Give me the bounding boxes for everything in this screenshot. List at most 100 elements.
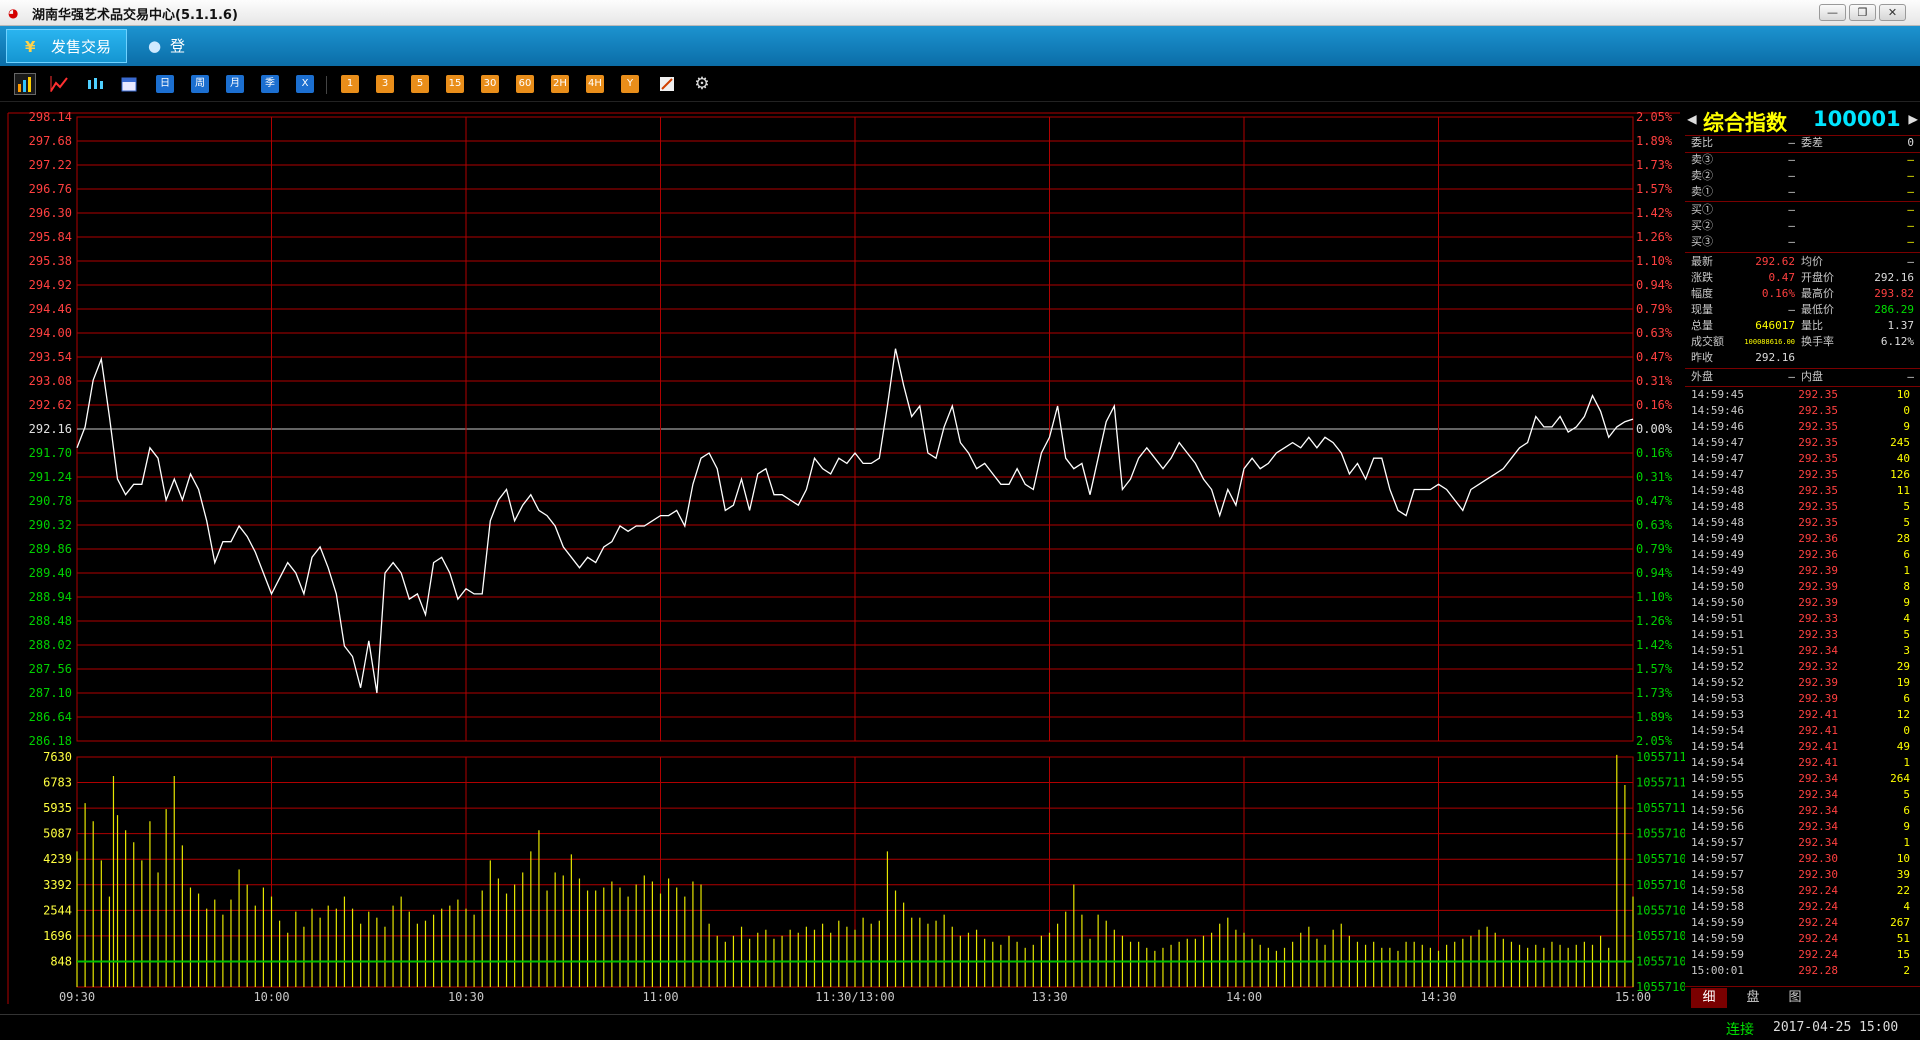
tick-time: 14:59:51 — [1691, 628, 1744, 641]
percent-tick-label: 0.00% — [1636, 422, 1673, 436]
tick-volume: 49 — [1896, 740, 1910, 753]
tick-time: 14:59:54 — [1691, 724, 1744, 737]
tab-detail[interactable]: 细 — [1691, 988, 1727, 1008]
tab-chart[interactable]: 图 — [1777, 988, 1813, 1008]
minute-30-button[interactable]: 30 — [481, 75, 499, 93]
tick-price: 292.35 — [1798, 436, 1838, 449]
weibi-row: 委比 — 委差 0 — [1685, 135, 1920, 151]
prev-arrow-icon[interactable]: ◀ — [1687, 109, 1697, 128]
ask-volume: — — [1907, 153, 1914, 166]
hour-2-button[interactable]: 2H — [551, 75, 569, 93]
volume-tick-label: 6783 — [43, 776, 72, 790]
volume-right-tick-label: 10557108 — [1636, 852, 1685, 866]
draw-pen-icon[interactable] — [658, 75, 676, 93]
tick-row: 14:59:58 292.24 22 — [1685, 883, 1920, 899]
tick-price: 292.35 — [1798, 484, 1838, 497]
period-week-button[interactable]: 周 — [191, 75, 209, 93]
neipan-label: 内盘 — [1801, 370, 1823, 383]
minute-60-button[interactable]: 60 — [516, 75, 534, 93]
tick-volume: 8 — [1903, 580, 1910, 593]
tick-time: 14:59:48 — [1691, 484, 1744, 497]
settings-gear-icon[interactable]: ⚙ — [693, 75, 711, 93]
volume-tick-label: 1696 — [43, 929, 72, 943]
price-tick-label: 286.64 — [29, 710, 72, 724]
period-day-button[interactable]: 日 — [156, 75, 174, 93]
tick-time: 14:59:52 — [1691, 676, 1744, 689]
stat-row: 幅度 0.16% 最高价 293.82 — [1685, 286, 1920, 302]
period-x-button[interactable]: X — [296, 75, 314, 93]
tick-price: 292.34 — [1798, 836, 1838, 849]
minute-3-button[interactable]: 3 — [376, 75, 394, 93]
stat-value: 0.47 — [1768, 271, 1796, 284]
tick-row: 14:59:53 292.41 12 — [1685, 707, 1920, 723]
price-tick-label: 289.86 — [29, 542, 72, 556]
tick-price: 292.24 — [1798, 900, 1838, 913]
tick-volume: 10 — [1896, 388, 1910, 401]
tick-row: 14:59:59 292.24 51 — [1685, 931, 1920, 947]
tick-volume: 28 — [1896, 532, 1910, 545]
period-quarter-button[interactable]: 季 — [261, 75, 279, 93]
bid-volume: — — [1907, 219, 1914, 232]
tick-row: 14:59:57 292.30 10 — [1685, 851, 1920, 867]
stat-value: 100088616.00 — [1744, 338, 1795, 346]
hour-4-button[interactable]: 4H — [586, 75, 604, 93]
tick-price: 292.35 — [1798, 388, 1838, 401]
stat-value: 292.62 — [1755, 255, 1795, 268]
tick-volume: 11 — [1896, 484, 1910, 497]
tick-volume: 6 — [1903, 804, 1910, 817]
candlestick-icon[interactable] — [86, 75, 104, 93]
year-button[interactable]: Y — [621, 75, 639, 93]
minimize-icon[interactable]: — — [1819, 4, 1846, 21]
panel-tabs: 细 盘 图 — [1685, 986, 1920, 1008]
percent-tick-label: 0.47% — [1636, 350, 1673, 364]
menu-sale-trading[interactable]: ¥ 发售交易 — [6, 29, 127, 63]
tick-row: 14:59:49 292.39 1 — [1685, 563, 1920, 579]
next-arrow-icon[interactable]: ▶ — [1908, 109, 1918, 128]
tick-time: 14:59:48 — [1691, 516, 1744, 529]
tick-price: 292.41 — [1798, 756, 1838, 769]
tick-volume: 126 — [1890, 468, 1910, 481]
volume-right-tick-label: 10557103 — [1636, 980, 1685, 994]
tick-row: 14:59:53 292.39 6 — [1685, 691, 1920, 707]
period-month-button[interactable]: 月 — [226, 75, 244, 93]
percent-tick-label: 1.10% — [1636, 590, 1673, 604]
tick-row: 14:59:58 292.24 4 — [1685, 899, 1920, 915]
tick-volume: 22 — [1896, 884, 1910, 897]
minute-1-button[interactable]: 1 — [341, 75, 359, 93]
weibi-label: 委比 — [1691, 136, 1713, 149]
tick-price: 292.39 — [1798, 580, 1838, 593]
intraday-chart[interactable]: 298.14 2.05% 297.68 1.89% 297.22 1.73% 296.76 1… — [0, 104, 1685, 1014]
bar-chart-icon[interactable] — [14, 73, 36, 95]
tick-time: 14:59:58 — [1691, 884, 1744, 897]
stat-row: 现量 — 最低价 286.29 — [1685, 302, 1920, 318]
menu-login[interactable]: ● 登 录 — [140, 29, 230, 89]
tab-order-book[interactable]: 盘 — [1735, 988, 1771, 1008]
volume-right-tick-label: 10557112 — [1636, 750, 1685, 764]
price-tick-label: 295.84 — [29, 230, 72, 244]
stat-label: 最高价 — [1801, 287, 1834, 300]
price-tick-label: 288.48 — [29, 614, 72, 628]
price-tick-label: 290.32 — [29, 518, 72, 532]
tick-row: 14:59:54 292.41 49 — [1685, 739, 1920, 755]
minute-5-button[interactable]: 5 — [411, 75, 429, 93]
percent-tick-label: 0.79% — [1636, 302, 1673, 316]
minute-15-button[interactable]: 15 — [446, 75, 464, 93]
tick-volume: 4 — [1903, 612, 1910, 625]
tick-row: 15:00:01 292.28 2 — [1685, 963, 1920, 979]
bid-label: 买③ — [1691, 235, 1713, 248]
tick-time: 14:59:49 — [1691, 564, 1744, 577]
close-icon[interactable]: ✕ — [1879, 4, 1906, 21]
tick-time: 14:59:47 — [1691, 436, 1744, 449]
bid-row: 买③ — — — [1685, 234, 1920, 250]
tick-time: 14:59:53 — [1691, 708, 1744, 721]
tick-price: 292.24 — [1798, 932, 1838, 945]
tick-row: 14:59:47 292.35 126 — [1685, 467, 1920, 483]
tick-price: 292.34 — [1798, 804, 1838, 817]
tick-row: 14:59:47 292.35 40 — [1685, 451, 1920, 467]
line-chart-icon[interactable] — [50, 75, 68, 93]
volume-tick-label: 848 — [50, 954, 72, 968]
percent-tick-label: 0.63% — [1636, 518, 1673, 532]
calendar-icon[interactable] — [120, 75, 138, 93]
restore-icon[interactable]: ❐ — [1849, 4, 1876, 21]
tick-volume: 10 — [1896, 852, 1910, 865]
